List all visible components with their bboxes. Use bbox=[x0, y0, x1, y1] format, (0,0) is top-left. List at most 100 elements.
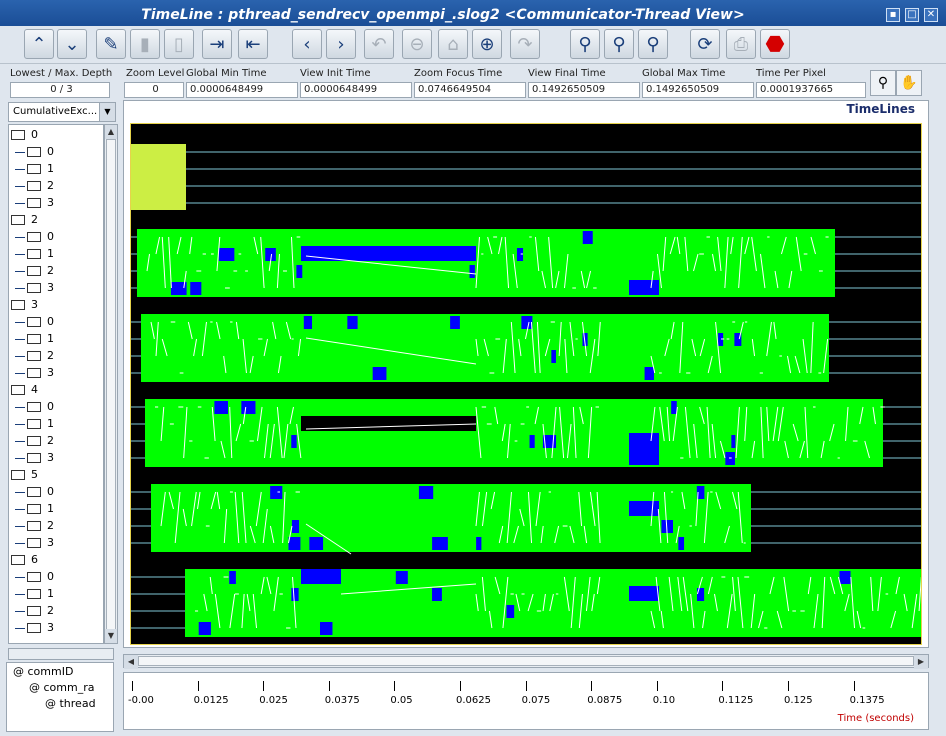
tree-node-thread[interactable]: 3 bbox=[15, 365, 54, 381]
time-per-pixel-field[interactable]: 0.0001937665 bbox=[756, 82, 866, 98]
tree-node-thread[interactable]: 0 bbox=[15, 399, 54, 415]
folder-icon bbox=[27, 606, 41, 616]
hand-mode-button[interactable]: ✋ bbox=[896, 70, 922, 96]
scroll-right-button[interactable]: › bbox=[326, 29, 356, 59]
search-forward-button[interactable]: ⚲ bbox=[638, 29, 668, 59]
maximize-button[interactable]: □ bbox=[905, 8, 919, 22]
tree-node-thread[interactable]: 0 bbox=[15, 229, 54, 245]
tree-node-label: 1 bbox=[47, 332, 54, 345]
scroll-right-arrow-icon[interactable]: ▶ bbox=[914, 655, 928, 669]
state-block bbox=[270, 486, 283, 499]
timeline-horizontal-scrollbar[interactable]: ◀ ▶ bbox=[123, 654, 929, 669]
scroll-up-button[interactable]: ⌃ bbox=[24, 29, 54, 59]
timeline-type-select[interactable]: CumulativeExc... ▼ bbox=[8, 102, 116, 122]
tree-node-thread[interactable]: 3 bbox=[15, 620, 54, 636]
zoom-out-button[interactable]: ⊖ bbox=[402, 29, 432, 59]
tree-node-rank[interactable]: 0 bbox=[11, 127, 38, 143]
tree-node-rank[interactable]: 4 bbox=[11, 382, 38, 398]
tree-node-thread[interactable]: 3 bbox=[15, 280, 54, 296]
delete-button[interactable]: ▯ bbox=[164, 29, 194, 59]
paste-button[interactable]: ▮ bbox=[130, 29, 160, 59]
legend-item[interactable]: @ commID bbox=[13, 665, 73, 678]
tree-scroll-thumb[interactable] bbox=[106, 139, 116, 631]
legend-item[interactable]: @ comm_ra bbox=[29, 681, 94, 694]
timeline-scroll-thumb[interactable] bbox=[138, 656, 914, 666]
home-button[interactable]: ⌂ bbox=[438, 29, 468, 59]
folder-icon bbox=[27, 317, 41, 327]
minimize-button[interactable]: ▪ bbox=[886, 8, 900, 22]
timeline-svg[interactable] bbox=[131, 124, 922, 645]
tree-node-label: 0 bbox=[31, 128, 38, 141]
stop-button[interactable]: ⬣ bbox=[760, 29, 790, 59]
minimize-icon: ▪ bbox=[889, 9, 897, 20]
edit-button[interactable]: ✎ bbox=[96, 29, 126, 59]
tree-node-thread[interactable]: 1 bbox=[15, 501, 54, 517]
scroll-down-arrow-icon[interactable]: ▼ bbox=[105, 629, 117, 643]
zoom-mode-button[interactable]: ⚲ bbox=[870, 70, 896, 96]
view-final-field[interactable]: 0.1492650509 bbox=[528, 82, 640, 98]
tree-node-thread[interactable]: 0 bbox=[15, 484, 54, 500]
tree-node-thread[interactable]: 0 bbox=[15, 569, 54, 585]
scroll-down-button[interactable]: ⌄ bbox=[57, 29, 87, 59]
print-button[interactable]: ⎙ bbox=[726, 29, 756, 59]
folder-icon bbox=[11, 555, 25, 565]
undo-zoom-button[interactable]: ↶ bbox=[364, 29, 394, 59]
refresh-button[interactable]: ⟳ bbox=[690, 29, 720, 59]
view-init-field[interactable]: 0.0000648499 bbox=[300, 82, 412, 98]
state-block bbox=[418, 486, 434, 499]
tree-node-rank[interactable]: 3 bbox=[11, 297, 38, 313]
global-max-field[interactable]: 0.1492650509 bbox=[642, 82, 754, 98]
tree-node-thread[interactable]: 1 bbox=[15, 161, 54, 177]
state-block bbox=[551, 350, 556, 363]
tree-node-thread[interactable]: 0 bbox=[15, 144, 54, 160]
chevron-down-icon[interactable]: ▼ bbox=[99, 103, 115, 121]
tree-node-rank[interactable]: 5 bbox=[11, 467, 38, 483]
tree-node-thread[interactable]: 1 bbox=[15, 416, 54, 432]
state-block bbox=[450, 316, 460, 329]
zoom-in-button[interactable]: ⊕ bbox=[472, 29, 502, 59]
folder-icon bbox=[27, 504, 41, 514]
timelines-title: TimeLines bbox=[843, 102, 918, 116]
time-fields: Lowest / Max. Depth 0 / 3 Zoom Level 0 G… bbox=[0, 64, 946, 100]
scroll-left-arrow-icon[interactable]: ◀ bbox=[124, 655, 138, 669]
depth-field[interactable]: 0 / 3 bbox=[10, 82, 110, 98]
tree-node-thread[interactable]: 1 bbox=[15, 586, 54, 602]
tree-vertical-scrollbar[interactable]: ▲ ▼ bbox=[104, 124, 118, 644]
close-icon: ✕ bbox=[926, 9, 936, 20]
tree-node-thread[interactable]: 3 bbox=[15, 450, 54, 466]
tree-node-thread[interactable]: 2 bbox=[15, 263, 54, 279]
tree-node-thread[interactable]: 1 bbox=[15, 246, 54, 262]
scroll-up-arrow-icon[interactable]: ▲ bbox=[105, 125, 117, 139]
tree-node-rank[interactable]: 6 bbox=[11, 552, 38, 568]
redo-zoom-button[interactable]: ↷ bbox=[510, 29, 540, 59]
tree-node-thread[interactable]: 2 bbox=[15, 603, 54, 619]
collapse-left-icon: ⇤ bbox=[245, 33, 261, 55]
folder-icon bbox=[27, 147, 41, 157]
close-button[interactable]: ✕ bbox=[924, 8, 938, 22]
tree-node-thread[interactable]: 3 bbox=[15, 535, 54, 551]
ruler-tick bbox=[591, 681, 593, 691]
tree-node-thread[interactable]: 3 bbox=[15, 195, 54, 211]
collapse-button[interactable]: ⇤ bbox=[238, 29, 268, 59]
folder-icon bbox=[11, 300, 25, 310]
timeline-canvas[interactable] bbox=[130, 123, 922, 645]
tree-node-thread[interactable]: 0 bbox=[15, 314, 54, 330]
tree-node-thread[interactable]: 1 bbox=[15, 331, 54, 347]
search-backward-button[interactable]: ⚲ bbox=[570, 29, 600, 59]
tree-node-label: 2 bbox=[47, 264, 54, 277]
tree-node-thread[interactable]: 2 bbox=[15, 518, 54, 534]
zoom-focus-field[interactable]: 0.0746649504 bbox=[414, 82, 526, 98]
zoom-level-field[interactable]: 0 bbox=[124, 82, 184, 98]
tree-horizontal-scrollbar[interactable] bbox=[8, 648, 114, 660]
tree-node-thread[interactable]: 2 bbox=[15, 178, 54, 194]
scroll-left-button[interactable]: ‹ bbox=[292, 29, 322, 59]
search-init-button[interactable]: ⚲ bbox=[604, 29, 634, 59]
legend-item[interactable]: @ thread bbox=[45, 697, 96, 710]
tree-node-rank[interactable]: 2 bbox=[11, 212, 38, 228]
state-block bbox=[731, 435, 736, 448]
global-min-field[interactable]: 0.0000648499 bbox=[186, 82, 298, 98]
tree-node-thread[interactable]: 2 bbox=[15, 348, 54, 364]
folder-icon bbox=[27, 419, 41, 429]
expand-button[interactable]: ⇥ bbox=[202, 29, 232, 59]
tree-node-thread[interactable]: 2 bbox=[15, 433, 54, 449]
